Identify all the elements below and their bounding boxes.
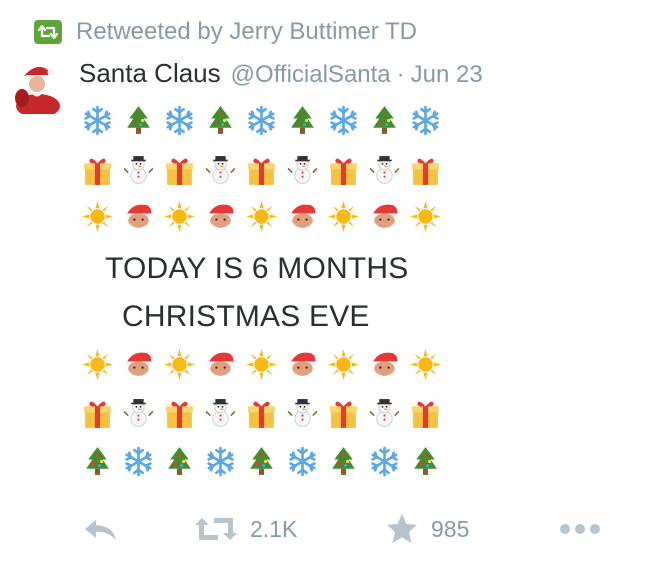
gift-icon: [163, 154, 196, 187]
emoji-row-1: [81, 104, 442, 137]
tweet-text-line-1: TODAY IS 6 MONTHS: [105, 252, 409, 285]
more-button[interactable]: [558, 506, 602, 552]
retweet-action-icon: [195, 518, 237, 540]
santa-icon: [204, 348, 237, 381]
santa-avatar-icon: [10, 58, 66, 114]
sun-icon: [327, 348, 360, 381]
emoji-row-4: [81, 348, 442, 381]
santa-icon: [122, 200, 155, 233]
retweet-count: 2.1K: [250, 515, 298, 542]
emoji-row-2: [81, 154, 442, 187]
time-separator: ·: [396, 61, 405, 88]
snowflake-icon: [163, 104, 196, 137]
snowflake-icon: [122, 445, 155, 478]
sun-icon: [409, 200, 442, 233]
sun-icon: [81, 348, 114, 381]
snowman-icon: [122, 397, 155, 430]
christmas-tree-icon: [327, 445, 360, 478]
snowman-icon: [204, 154, 237, 187]
snowman-icon: [368, 154, 401, 187]
emoji-row-5: [81, 397, 442, 430]
christmas-tree-icon: [204, 104, 237, 137]
snowflake-icon: [368, 445, 401, 478]
gift-icon: [327, 154, 360, 187]
favorite-count: 985: [431, 515, 470, 542]
tweet-header: Santa Claus @OfficialSanta · Jun 23: [79, 58, 483, 92]
sun-icon: [81, 200, 114, 233]
santa-icon: [204, 200, 237, 233]
retweet-icon: [34, 20, 62, 44]
sun-icon: [245, 348, 278, 381]
snowflake-icon: [327, 104, 360, 137]
tweet-text-line-2: CHRISTMAS EVE: [122, 300, 370, 333]
christmas-tree-icon: [409, 445, 442, 478]
gift-icon: [81, 154, 114, 187]
retweet-button[interactable]: 2.1K: [192, 506, 297, 552]
snowman-icon: [122, 154, 155, 187]
gift-icon: [245, 397, 278, 430]
gift-icon: [163, 397, 196, 430]
christmas-tree-icon: [368, 104, 401, 137]
gift-icon: [81, 397, 114, 430]
santa-icon: [368, 200, 401, 233]
reply-icon: [85, 520, 116, 540]
snowman-icon: [286, 154, 319, 187]
christmas-tree-icon: [81, 445, 114, 478]
christmas-tree-icon: [286, 104, 319, 137]
sun-icon: [163, 200, 196, 233]
snowman-icon: [286, 397, 319, 430]
santa-icon: [286, 348, 319, 381]
snowflake-icon: [286, 445, 319, 478]
tweet-timestamp[interactable]: Jun 23: [411, 61, 483, 89]
snowflake-icon: [81, 104, 114, 137]
sun-icon: [409, 348, 442, 381]
gift-icon: [245, 154, 278, 187]
emoji-row-6: [81, 445, 442, 478]
sun-icon: [327, 200, 360, 233]
reply-button[interactable]: [80, 506, 120, 552]
christmas-tree-icon: [163, 445, 196, 478]
favorite-button[interactable]: 985: [385, 506, 469, 552]
santa-icon: [122, 348, 155, 381]
sun-icon: [245, 200, 278, 233]
avatar[interactable]: [10, 58, 66, 114]
tweet-actions: 2.1K 985: [0, 506, 650, 552]
snowflake-icon: [204, 445, 237, 478]
sun-icon: [163, 348, 196, 381]
tweet: Retweeted by Jerry Buttimer TD Santa Cla…: [0, 0, 650, 561]
emoji-row-3: [81, 200, 442, 233]
snowflake-icon: [409, 104, 442, 137]
santa-icon: [286, 200, 319, 233]
author-fullname[interactable]: Santa Claus: [79, 58, 221, 89]
snowman-icon: [368, 397, 401, 430]
christmas-tree-icon: [245, 445, 278, 478]
santa-icon: [368, 348, 401, 381]
snowflake-icon: [245, 104, 278, 137]
author-username[interactable]: @OfficialSanta: [231, 61, 391, 89]
christmas-tree-icon: [122, 104, 155, 137]
star-icon: [387, 514, 417, 543]
retweet-context: Retweeted by Jerry Buttimer TD: [34, 18, 417, 46]
gift-icon: [409, 397, 442, 430]
gift-icon: [327, 397, 360, 430]
gift-icon: [409, 154, 442, 187]
more-icon: [560, 524, 600, 534]
retweet-context-text[interactable]: Retweeted by Jerry Buttimer TD: [76, 18, 417, 46]
snowman-icon: [204, 397, 237, 430]
